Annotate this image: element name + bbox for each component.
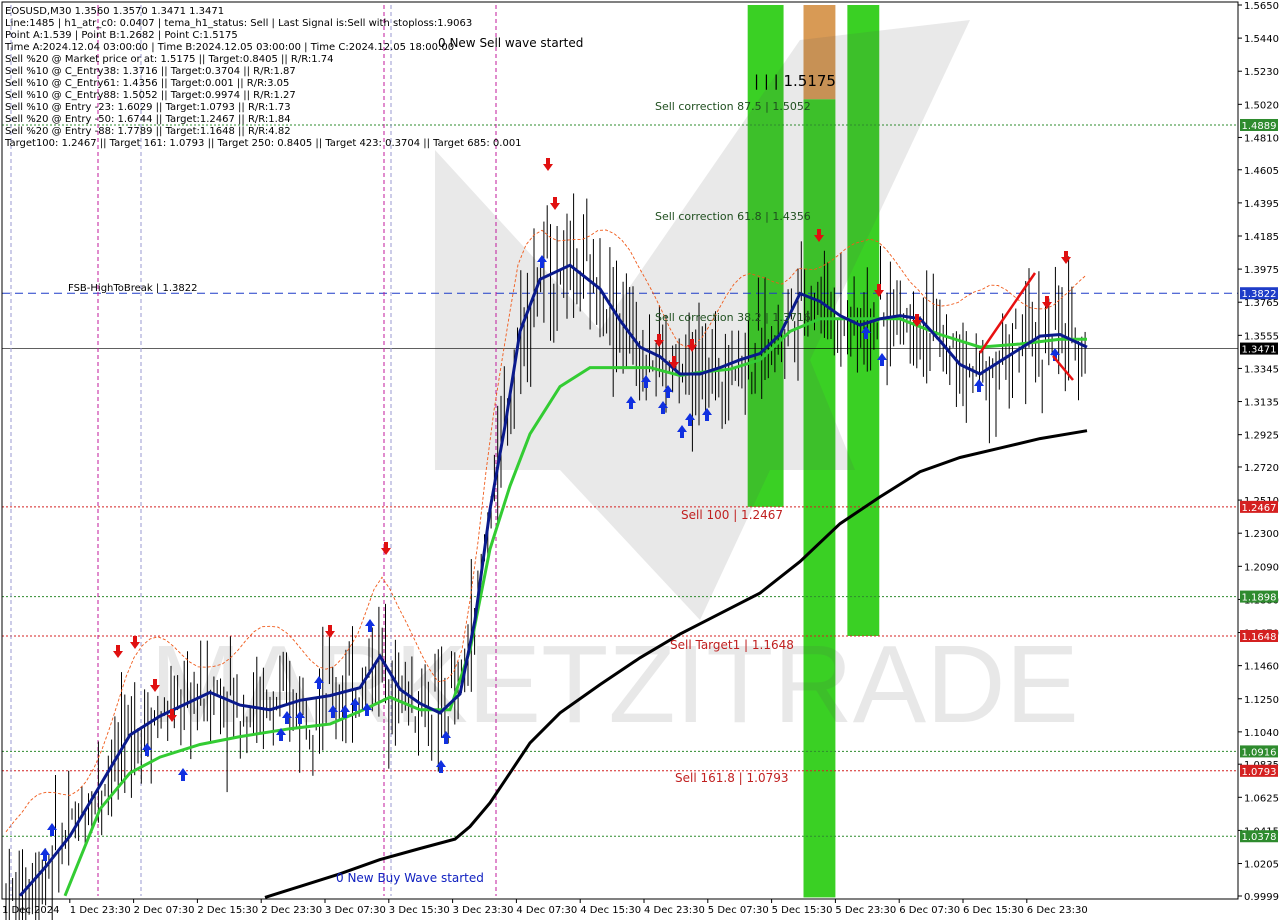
x-tick-label: 2 Dec 15:30 [197, 905, 258, 916]
x-tick-label: 1 Dec 2024 [2, 905, 60, 916]
price-chart[interactable]: MARKETZITRADE 0 New Sell wave started 0 … [0, 0, 1280, 920]
info-line: Sell %20 @ Entry -88: 1.7789 || Target:1… [5, 126, 291, 137]
level-price-text: 1.3471 [1242, 345, 1277, 356]
y-tick-label: 1.5020 [1244, 100, 1279, 111]
x-tick-label: 5 Dec 23:30 [835, 905, 896, 916]
info-line: Sell %20 @ Market price or at: 1.5175 ||… [5, 54, 334, 65]
info-line: Time A:2024.12.04 03:00:00 | Time B:2024… [4, 42, 454, 53]
x-tick-label: 2 Dec 23:30 [261, 905, 322, 916]
level-price-text: 1.0916 [1242, 747, 1277, 758]
y-tick-label: 1.5440 [1244, 34, 1279, 45]
x-tick-label: 3 Dec 15:30 [389, 905, 450, 916]
y-tick-label: 1.5230 [1244, 67, 1279, 78]
info-line: Sell %10 @ C_Entry88: 1.5052 || Target:0… [5, 90, 296, 101]
y-tick-label: 1.3135 [1244, 398, 1279, 409]
y-tick-label: 1.3975 [1244, 265, 1279, 276]
y-tick-label: 1.1040 [1244, 728, 1279, 739]
y-tick-label: 0.9999 [1244, 892, 1279, 903]
sell-100-label: Sell 100 | 1.2467 [681, 508, 783, 522]
y-tick-label: 1.4810 [1244, 133, 1279, 144]
y-tick-label: 1.2720 [1244, 463, 1279, 474]
sell-wave-label: 0 New Sell wave started [438, 36, 583, 50]
info-line: Sell %20 @ Entry -50: 1.6744 || Target:1… [5, 114, 291, 125]
x-tick-label: 6 Dec 07:30 [899, 905, 960, 916]
level-price-text: 1.1898 [1242, 593, 1277, 604]
y-tick-label: 1.4185 [1244, 232, 1279, 243]
info-line: Line:1485 | h1_atr_c0: 0.0407 | tema_h1_… [5, 18, 472, 29]
level-price-text: 1.0378 [1242, 832, 1277, 843]
y-tick-label: 1.3345 [1244, 364, 1279, 375]
y-tick-label: 1.0625 [1244, 793, 1279, 804]
x-tick-label: 5 Dec 15:30 [772, 905, 833, 916]
fsb-label: FSB-HighToBreak | 1.3822 [68, 283, 197, 294]
sell-1618-label: Sell 161.8 | 1.0793 [675, 771, 789, 785]
y-tick-label: 1.3555 [1244, 331, 1279, 342]
x-tick-label: 3 Dec 07:30 [325, 905, 386, 916]
x-tick-label: 3 Dec 23:30 [453, 905, 514, 916]
level-price-text: 1.1648 [1242, 632, 1277, 643]
point-c-label: | | | 1.5175 [754, 72, 836, 90]
y-tick-label: 1.4605 [1244, 166, 1279, 177]
x-tick-label: 6 Dec 15:30 [963, 905, 1024, 916]
sell-target1-label: Sell Target1 | 1.1648 [670, 638, 794, 652]
y-tick-label: 1.2090 [1244, 562, 1279, 573]
x-tick-label: 2 Dec 07:30 [134, 905, 195, 916]
x-tick-label: 1 Dec 23:30 [70, 905, 131, 916]
level-price-text: 1.0793 [1242, 767, 1277, 778]
y-tick-label: 1.2300 [1244, 529, 1279, 540]
level-price-text: 1.4889 [1242, 121, 1277, 132]
sell-corr-618-label: Sell correction 61.8 | 1.4356 [655, 210, 811, 223]
info-line: Sell %10 @ Entry -23: 1.6029 || Target:1… [5, 102, 291, 113]
level-price-text: 1.2467 [1242, 503, 1277, 514]
y-tick-label: 1.0205 [1244, 860, 1279, 871]
x-tick-label: 5 Dec 07:30 [708, 905, 769, 916]
x-tick-label: 6 Dec 23:30 [1027, 905, 1088, 916]
info-line: Sell %10 @ C_Entry38: 1.3716 || Target:0… [5, 66, 296, 77]
x-tick-label: 4 Dec 07:30 [516, 905, 577, 916]
y-tick-label: 1.5650 [1244, 1, 1279, 12]
info-line: Sell %10 @ C_Entry61: 1.4356 || Target:0… [5, 78, 289, 89]
x-tick-label: 4 Dec 23:30 [644, 905, 705, 916]
y-tick-label: 1.4395 [1244, 199, 1279, 210]
x-tick-label: 4 Dec 15:30 [580, 905, 641, 916]
y-tick-label: 1.1460 [1244, 662, 1279, 673]
sell-corr-382-label: Sell correction 38.2 | 1.3716 [655, 311, 811, 324]
y-tick-label: 1.1250 [1244, 695, 1279, 706]
y-tick-label: 1.2925 [1244, 431, 1279, 442]
info-line: Target100: 1.2467 || Target 161: 1.0793 … [4, 138, 522, 149]
level-price-text: 1.3822 [1242, 289, 1277, 300]
buy-wave-label: 0 New Buy Wave started [336, 871, 484, 885]
info-line: EOSUSD,M30 1.3560 1.3570 1.3471 1.3471 [5, 6, 224, 17]
sell-corr-875-label: Sell correction 87.5 | 1.5052 [655, 100, 811, 113]
info-line: Point A:1.539 | Point B:1.2682 | Point C… [5, 30, 238, 41]
